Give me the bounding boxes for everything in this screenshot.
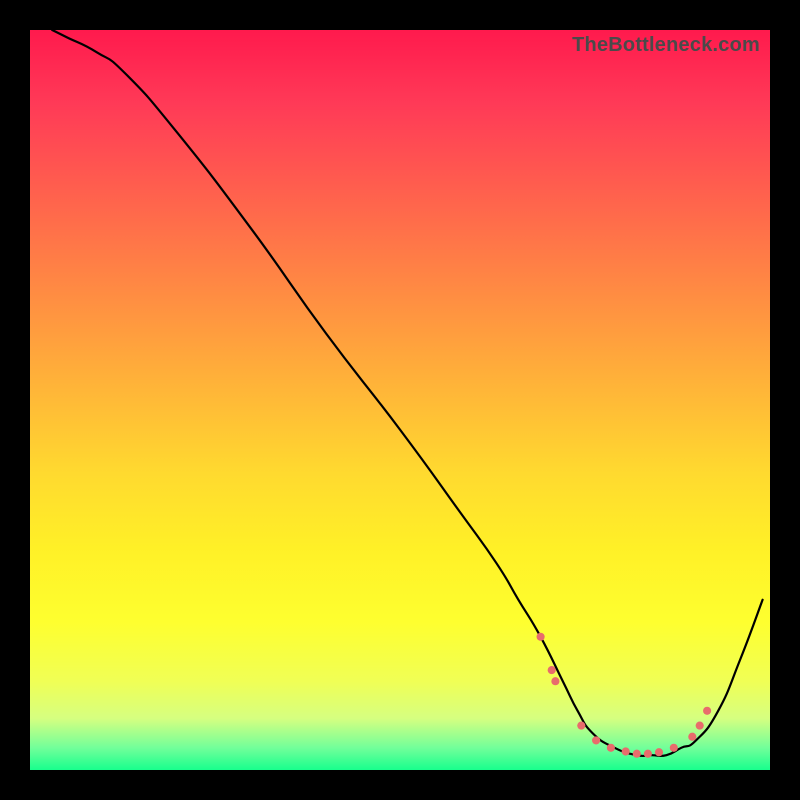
marker-dot: [622, 747, 630, 755]
plot-area: TheBottleneck.com: [30, 30, 770, 770]
chart-svg: [30, 30, 770, 770]
bottleneck-curve: [52, 30, 762, 756]
marker-dot: [655, 748, 663, 756]
chart-frame: TheBottleneck.com: [0, 0, 800, 800]
highlight-markers: [537, 633, 712, 758]
marker-dot: [537, 633, 545, 641]
marker-dot: [551, 677, 559, 685]
marker-dot: [703, 707, 711, 715]
marker-dot: [592, 736, 600, 744]
marker-dot: [548, 666, 556, 674]
marker-dot: [607, 744, 615, 752]
marker-dot: [670, 744, 678, 752]
marker-dot: [688, 733, 696, 741]
marker-dot: [644, 750, 652, 758]
marker-dot: [696, 722, 704, 730]
marker-dot: [633, 750, 641, 758]
marker-dot: [577, 722, 585, 730]
